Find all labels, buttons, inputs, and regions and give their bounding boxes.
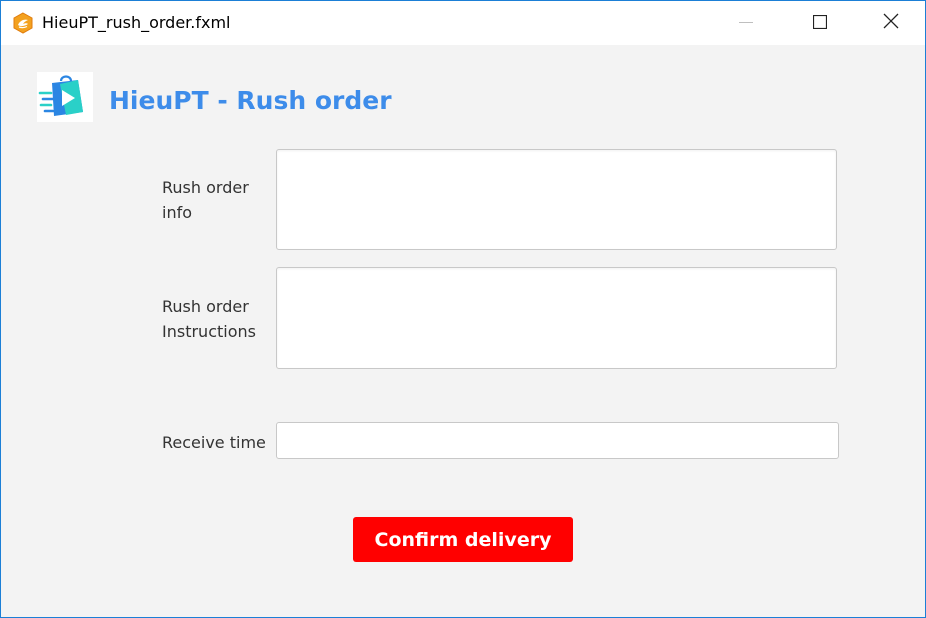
app-window: HieuPT_rush_order.fxml HieuPT - Rush ord… — [0, 0, 926, 618]
receive-time-input[interactable] — [276, 422, 839, 459]
rush-order-instructions-label: Rush order Instructions — [162, 297, 256, 341]
confirm-delivery-button[interactable]: Confirm delivery — [353, 517, 573, 562]
title-bar[interactable]: HieuPT_rush_order.fxml — [1, 1, 925, 45]
rush-order-info-input[interactable] — [276, 149, 837, 250]
rush-order-info-label: Rush order info — [162, 178, 249, 222]
close-icon — [883, 13, 899, 33]
shopping-bag-delivery-icon — [37, 72, 93, 122]
content-pane: HieuPT - Rush order Rush order info Rush… — [1, 45, 925, 617]
minimize-icon — [739, 14, 753, 33]
maximize-button[interactable] — [797, 1, 843, 45]
receive-time-label: Receive time — [162, 433, 266, 452]
close-button[interactable] — [868, 1, 914, 45]
app-icon — [12, 12, 34, 34]
rush-order-instructions-input[interactable] — [276, 267, 837, 369]
page-title: HieuPT - Rush order — [109, 86, 392, 115]
minimize-button[interactable] — [723, 1, 769, 45]
maximize-icon — [812, 14, 828, 33]
window-title: HieuPT_rush_order.fxml — [42, 13, 231, 32]
